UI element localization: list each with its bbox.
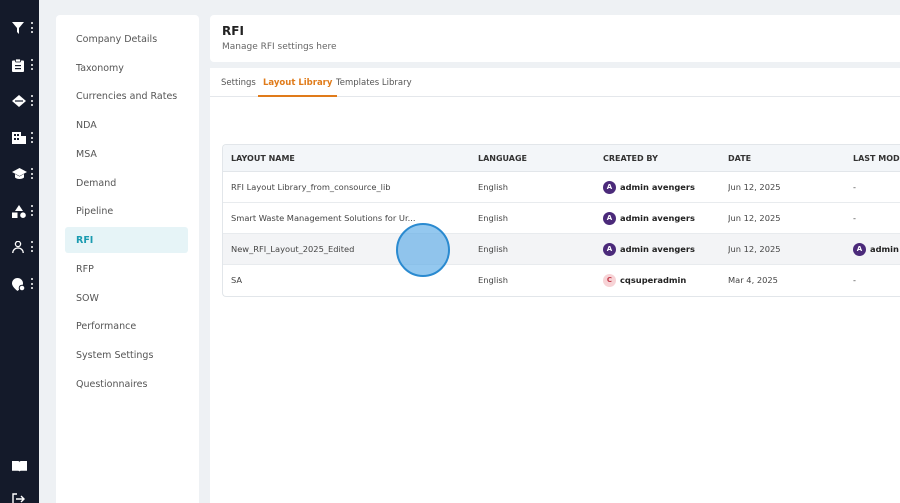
nav-item-performance[interactable]: Performance [65, 313, 188, 339]
cell-layout-name: RFI Layout Library_from_consource_lib [231, 182, 391, 192]
cell-date: Jun 12, 2025 [728, 244, 781, 254]
cell-date: Jun 12, 2025 [728, 182, 781, 192]
avatar: A [853, 243, 866, 256]
tab-bar: Settings Layout Library Templates Librar… [210, 68, 900, 97]
more-icon[interactable] [31, 95, 34, 106]
nav-item-taxonomy[interactable]: Taxonomy [65, 55, 188, 81]
tag-icon [12, 95, 26, 107]
nav-item-currencies[interactable]: Currencies and Rates [65, 83, 188, 109]
building-icon [12, 132, 26, 144]
table-row[interactable]: Smart Waste Management Solutions for Ur.… [223, 203, 900, 234]
more-icon[interactable] [31, 278, 34, 289]
settings-nav: Company Details Taxonomy Currencies and … [56, 15, 199, 503]
rail-item-user[interactable] [0, 237, 39, 257]
more-icon[interactable] [31, 205, 34, 216]
rail-item-shapes[interactable] [0, 201, 39, 221]
nav-item-company-details[interactable]: Company Details [65, 26, 188, 52]
table-row[interactable]: RFI Layout Library_from_consource_lib En… [223, 172, 900, 203]
column-header-layout-name[interactable]: LAYOUT NAME [231, 145, 295, 172]
rail-item-building[interactable] [0, 128, 39, 148]
tab-templates-library[interactable]: Templates Library [336, 68, 412, 97]
modifier-name: admin [870, 244, 899, 254]
avatar: C [603, 274, 616, 287]
rail-item-filter[interactable] [0, 18, 39, 38]
nav-item-sow[interactable]: SOW [65, 285, 188, 311]
nav-item-rfp[interactable]: RFP [65, 256, 188, 282]
avatar: A [603, 181, 616, 194]
click-indicator [396, 223, 450, 277]
cell-created-by: Aadmin avengers [603, 203, 695, 234]
more-icon[interactable] [31, 132, 34, 143]
avatar: A [603, 243, 616, 256]
cell-language: English [478, 244, 508, 254]
clipboard-icon [12, 58, 24, 72]
rail-item-logout[interactable] [0, 489, 39, 503]
cell-last-modified: - [853, 213, 856, 223]
column-header-last-modified[interactable]: LAST MODI [853, 145, 900, 172]
cell-language: English [478, 182, 508, 192]
graduation-cap-icon [12, 168, 27, 179]
tab-layout-library[interactable]: Layout Library [258, 68, 338, 97]
cell-last-modified: - [853, 275, 856, 285]
cell-created-by: Aadmin avengers [603, 172, 695, 203]
filter-icon [12, 22, 24, 34]
page-subtitle: Manage RFI settings here [222, 42, 337, 52]
more-icon[interactable] [31, 59, 34, 70]
creator-name: cqsuperadmin [620, 275, 687, 285]
column-header-language[interactable]: LANGUAGE [478, 145, 527, 172]
page-header: RFI Manage RFI settings here [210, 15, 900, 62]
rail-item-location[interactable] [0, 274, 39, 294]
column-header-created-by[interactable]: CREATED BY [603, 145, 658, 172]
nav-item-pipeline[interactable]: Pipeline [65, 198, 188, 224]
rail-item-tag[interactable] [0, 91, 39, 111]
table-header: LAYOUT NAME LANGUAGE CREATED BY DATE LAS… [223, 145, 900, 172]
book-icon [12, 461, 27, 472]
rail-item-docs[interactable] [0, 456, 39, 476]
avatar: A [603, 212, 616, 225]
creator-name: admin avengers [620, 182, 695, 192]
cell-created-by: Aadmin avengers [603, 234, 695, 265]
cell-date: Jun 12, 2025 [728, 213, 781, 223]
more-icon[interactable] [31, 168, 34, 179]
page-title: RFI [222, 24, 244, 38]
table-row[interactable]: New_RFI_Layout_2025_Edited English Aadmi… [223, 234, 900, 265]
rail-item-training[interactable] [0, 164, 39, 184]
more-icon[interactable] [31, 241, 34, 252]
creator-name: admin avengers [620, 244, 695, 254]
logout-icon [12, 493, 25, 503]
more-icon[interactable] [31, 22, 34, 33]
table-row[interactable]: SA English Ccqsuperadmin Mar 4, 2025 - [223, 265, 900, 296]
nav-item-nda[interactable]: NDA [65, 112, 188, 138]
cell-language: English [478, 275, 508, 285]
icon-rail [0, 0, 39, 503]
nav-item-rfi[interactable]: RFI [65, 227, 188, 253]
cell-language: English [478, 213, 508, 223]
user-icon [12, 241, 24, 253]
layout-table: LAYOUT NAME LANGUAGE CREATED BY DATE LAS… [222, 144, 900, 297]
shapes-icon [12, 204, 26, 218]
rail-item-clipboard[interactable] [0, 55, 39, 75]
nav-item-questionnaires[interactable]: Questionnaires [65, 371, 188, 397]
cell-created-by: Ccqsuperadmin [603, 265, 686, 296]
cell-date: Mar 4, 2025 [728, 275, 778, 285]
creator-name: admin avengers [620, 213, 695, 223]
cell-last-modified: - [853, 182, 856, 192]
nav-item-system-settings[interactable]: System Settings [65, 342, 188, 368]
main-content: Settings Layout Library Templates Librar… [210, 68, 900, 503]
cell-last-modified: Aadmin [853, 234, 899, 265]
location-settings-icon [12, 277, 25, 291]
tab-settings[interactable]: Settings [221, 68, 256, 97]
column-header-date[interactable]: DATE [728, 145, 751, 172]
nav-item-msa[interactable]: MSA [65, 141, 188, 167]
nav-item-demand[interactable]: Demand [65, 170, 188, 196]
